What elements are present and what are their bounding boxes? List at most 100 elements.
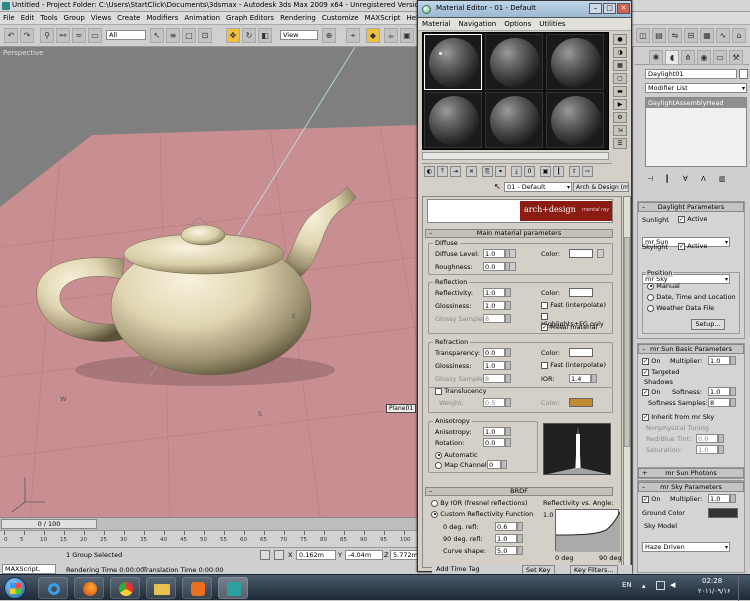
anisotropy-spinner[interactable]: 1.0 [483,427,511,436]
display-tab-icon[interactable]: ▭ [713,50,727,65]
softness-samples-spinner[interactable]: 8 [708,398,736,407]
rotate-icon[interactable]: ↻ [242,28,256,43]
ior-spinner[interactable]: 1.4 [569,374,597,383]
y-coordinate-field[interactable]: -4.04m [345,550,383,560]
weather-data-radio[interactable]: Weather Data File [647,304,714,312]
select-object-icon[interactable]: ▭ [88,28,102,43]
menu-utilities[interactable]: Utilities [535,18,569,31]
map-channel-radio[interactable]: Map Channel: [435,461,489,469]
unlink-icon[interactable]: ⚯ [56,28,70,43]
main-parameters-header[interactable]: – Main material parameters [425,229,613,238]
select-by-name-icon[interactable]: ≡ [166,28,180,43]
backlight-icon[interactable]: ◑ [613,47,627,58]
menu-modifiers[interactable]: Modifiers [143,12,181,25]
custom-reflectivity-radio[interactable]: Custom Reflectivity Function [431,510,533,518]
get-material-icon[interactable]: ◐ [424,166,435,177]
map-channel-spinner[interactable]: 0 [487,460,507,469]
select-object-cursor-icon[interactable]: ↖ [150,28,164,43]
modifier-stack[interactable]: DaylightAssemblyHead [645,97,747,167]
modifier-list-dropdown[interactable]: Modifier List [645,83,747,93]
material-editor-scrollbar[interactable] [623,196,631,568]
go-to-parent-icon[interactable]: ⇧ [569,166,580,177]
chrome-taskbar-icon[interactable] [110,577,140,599]
sample-type-icon[interactable]: ● [613,34,627,45]
sky-multiplier-spinner[interactable]: 1.0 [708,494,736,503]
mirror-icon[interactable]: ⇋ [668,28,682,43]
saturation-spinner[interactable]: 1.0 [696,445,724,454]
sample-slot-3[interactable] [546,34,604,90]
mr-sun-basic-header[interactable]: – mr Sun Basic Parameters [638,344,744,354]
material-type-button[interactable]: Arch & Design (mi) [573,182,629,192]
render-frame-icon[interactable]: ▣ [400,28,414,43]
bind-space-warp-icon[interactable]: ≈ [72,28,86,43]
refr-fast-checkbox[interactable]: Fast (interpolate) [541,361,606,369]
minimize-icon[interactable]: – [589,3,602,14]
diffuse-color-map-button[interactable] [597,249,604,258]
assign-to-selection-icon[interactable]: ⇥ [450,166,461,177]
make-unique-mat-icon[interactable]: ⚭ [495,166,506,177]
ie-taskbar-icon[interactable] [38,577,68,599]
sample-slots-scrollbar[interactable] [422,152,609,160]
remove-modifier-icon[interactable]: ⴷ [701,175,711,185]
close-icon[interactable]: ✕ [617,3,630,14]
hierarchy-tab-icon[interactable]: ⋔ [681,50,695,65]
material-name-field[interactable]: 01 - Default [504,182,572,192]
make-preview-icon[interactable]: ▶ [613,99,627,110]
firefox-taskbar-icon[interactable] [74,577,104,599]
refraction-color-swatch[interactable] [569,348,593,357]
options-icon[interactable]: ⚙ [613,112,627,123]
daylight-parameters-header[interactable]: – Daylight Parameters [638,202,744,212]
reflection-color-swatch[interactable] [569,288,593,297]
align-icon[interactable]: ⊟ [684,28,698,43]
softness-spinner[interactable]: 1.0 [708,387,736,396]
media-player-taskbar-icon[interactable] [182,577,212,599]
refl-glossiness-spinner[interactable]: 1.0 [483,301,511,310]
move-icon[interactable]: ✥ [226,28,240,43]
teapot-knob[interactable] [180,224,226,246]
configure-sets-icon[interactable]: ▥ [719,175,729,185]
layer-manager-icon[interactable]: ▦ [700,28,714,43]
language-indicator[interactable]: EN [622,581,632,589]
edit-named-sel-icon[interactable]: ▤ [652,28,666,43]
deg90-refl-spinner[interactable]: 1.0 [495,534,523,543]
motion-tab-icon[interactable]: ◉ [697,50,711,65]
stack-item-daylight[interactable]: DaylightAssemblyHead [646,98,746,108]
roughness-map-button[interactable] [509,262,516,271]
selection-filter-dropdown[interactable]: All [106,30,146,40]
undo-icon[interactable]: ↶ [4,28,18,43]
volume-tray-icon[interactable]: ◀ [670,581,675,589]
brdf-header[interactable]: – BRDF [425,487,613,496]
menu-edit[interactable]: Edit [18,12,38,25]
menu-file[interactable]: File [0,12,18,25]
time-slider-thumb[interactable]: 0 / 100 [1,519,97,529]
show-desktop-button[interactable] [738,575,750,601]
setup-button[interactable]: Setup... [691,319,725,330]
clock-date[interactable]: ۲۰۱۱/۰۹/۱۶ [698,587,730,595]
snaps-toggle-icon[interactable]: ⌖ [346,28,360,43]
roughness-spinner[interactable]: 0.0 [483,262,511,271]
explorer-taskbar-icon[interactable] [146,577,176,599]
metal-material-checkbox[interactable]: ✓ Metal material [541,323,597,331]
track-bar[interactable]: 0 5 10 15 20 25 30 35 40 45 50 55 60 65 70 75 80 85 90 95 10… [0,530,418,547]
menu-create[interactable]: Create [114,12,143,25]
sky-model-dropdown[interactable]: Haze Driven [642,542,730,552]
absolute-mode-icon[interactable] [274,550,284,560]
add-time-tag-button[interactable]: Add Time Tag [436,565,480,573]
pivot-center-icon[interactable]: ⊕ [322,28,336,43]
sample-slot-5[interactable] [485,92,543,148]
lock-selection-icon[interactable] [260,550,270,560]
window-crossing-icon[interactable]: ⊡ [198,28,212,43]
refr-glossiness-spinner[interactable]: 1.0 [483,361,511,370]
scale-icon[interactable]: ◧ [258,28,272,43]
object-color-swatch[interactable] [739,69,748,79]
menu-graph-editors[interactable]: Graph Editors [223,12,277,25]
make-copy-icon[interactable]: ⎘ [482,166,493,177]
mr-sky-header[interactable]: – mr Sky Parameters [638,482,744,492]
skylight-active-checkbox[interactable]: ✓ Active [678,242,707,250]
menu-views[interactable]: Views [88,12,114,25]
sample-slot-6[interactable] [546,92,604,148]
show-end-result-mat-icon[interactable]: ┃ [553,166,564,177]
menu-animation[interactable]: Animation [181,12,223,25]
pin-stack-icon[interactable]: ⊣ [647,175,657,185]
clock-time[interactable]: 02:28 [702,577,722,585]
